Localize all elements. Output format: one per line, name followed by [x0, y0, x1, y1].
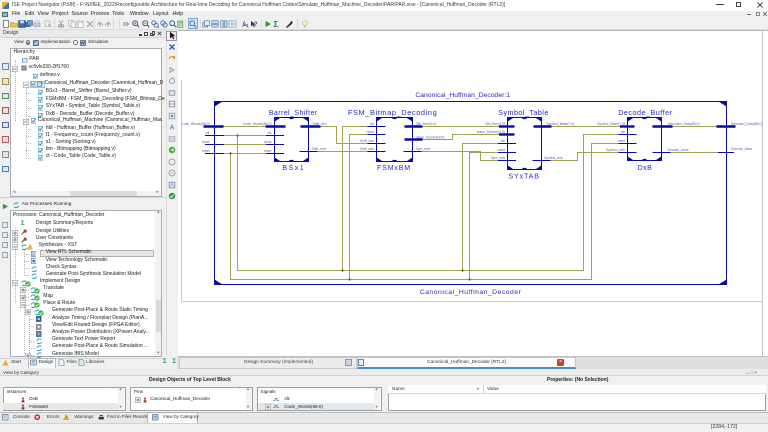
svg-text:Shift_dec: Shift_dec	[313, 122, 327, 126]
svg-text:Decoded_Data(89:0): Decoded_Data(89:0)	[668, 122, 699, 126]
svg-text:Canonical_Huffman_Decoder:1: Canonical_Huffman_Decoder:1	[415, 92, 510, 99]
svg-text:FSMxBM: FSMxBM	[377, 165, 411, 172]
svg-text:Symbol_enb: Symbol_enb	[606, 148, 625, 152]
svg-text:Bit_Size(3:0): Bit_Size(3:0)	[486, 122, 505, 126]
svg-text:clk: clk	[621, 130, 625, 134]
svg-text:clk: clk	[205, 131, 209, 135]
svg-text:Sym_enb: Sym_enb	[416, 147, 430, 151]
svg-text:Code_Words(89:0): Code_Words(89:0)	[181, 122, 210, 126]
svg-text:clk: clk	[501, 139, 505, 143]
svg-text:Code_Words(89:0): Code_Words(89:0)	[243, 122, 272, 126]
svg-text:reset: reset	[617, 139, 625, 143]
svg-text:DxB: DxB	[638, 165, 653, 172]
svg-text:Decode_done: Decode_done	[731, 147, 752, 151]
svg-text:clk: clk	[370, 122, 374, 126]
svg-text:Shift_dec: Shift_dec	[360, 139, 374, 143]
svg-text:reset: reset	[202, 149, 210, 153]
svg-text:Symbol_enb: Symbol_enb	[544, 156, 563, 160]
svg-text:Symbol_Base(7:0): Symbol_Base(7:0)	[547, 122, 575, 126]
svg-text:clk: clk	[267, 131, 271, 135]
svg-text:Base_Symbol(3:0): Base_Symbol(3:0)	[477, 130, 505, 134]
svg-text:done: done	[264, 140, 272, 144]
svg-text:Sym_enb: Sym_enb	[491, 156, 505, 160]
svg-text:reset: reset	[264, 149, 272, 153]
svg-text:BSx1: BSx1	[282, 165, 305, 172]
svg-text:Canonical_Huffman_Decoder: Canonical_Huffman_Decoder	[420, 289, 522, 296]
svg-text:SYxTAB: SYxTAB	[508, 172, 539, 181]
svg-text:reset: reset	[497, 148, 505, 152]
svg-text:Bit_Size(3:0): Bit_Size(3:0)	[417, 122, 436, 126]
svg-text:Base_Symbol(3:0): Base_Symbol(3:0)	[417, 135, 445, 139]
svg-text:Shift_enb: Shift_enb	[360, 147, 374, 151]
svg-text:Decode_Buffer: Decode_Buffer	[618, 108, 672, 117]
svg-text:Barrel_Shifter: Barrel_Shifter	[269, 110, 318, 117]
svg-text:done: done	[202, 140, 210, 144]
svg-text:Decode_done: Decode_done	[668, 148, 689, 152]
svg-text:Decoded_Data(89:0): Decoded_Data(89:0)	[731, 122, 762, 126]
svg-text:Shift_enb: Shift_enb	[312, 147, 326, 151]
svg-text:Symbol_Base(7:0): Symbol_Base(7:0)	[597, 122, 625, 126]
svg-text:reset: reset	[366, 130, 374, 134]
svg-text:FSM_Bitmap_Decoding: FSM_Bitmap_Decoding	[348, 108, 437, 117]
svg-text:Symbol_Table: Symbol_Table	[498, 108, 549, 117]
